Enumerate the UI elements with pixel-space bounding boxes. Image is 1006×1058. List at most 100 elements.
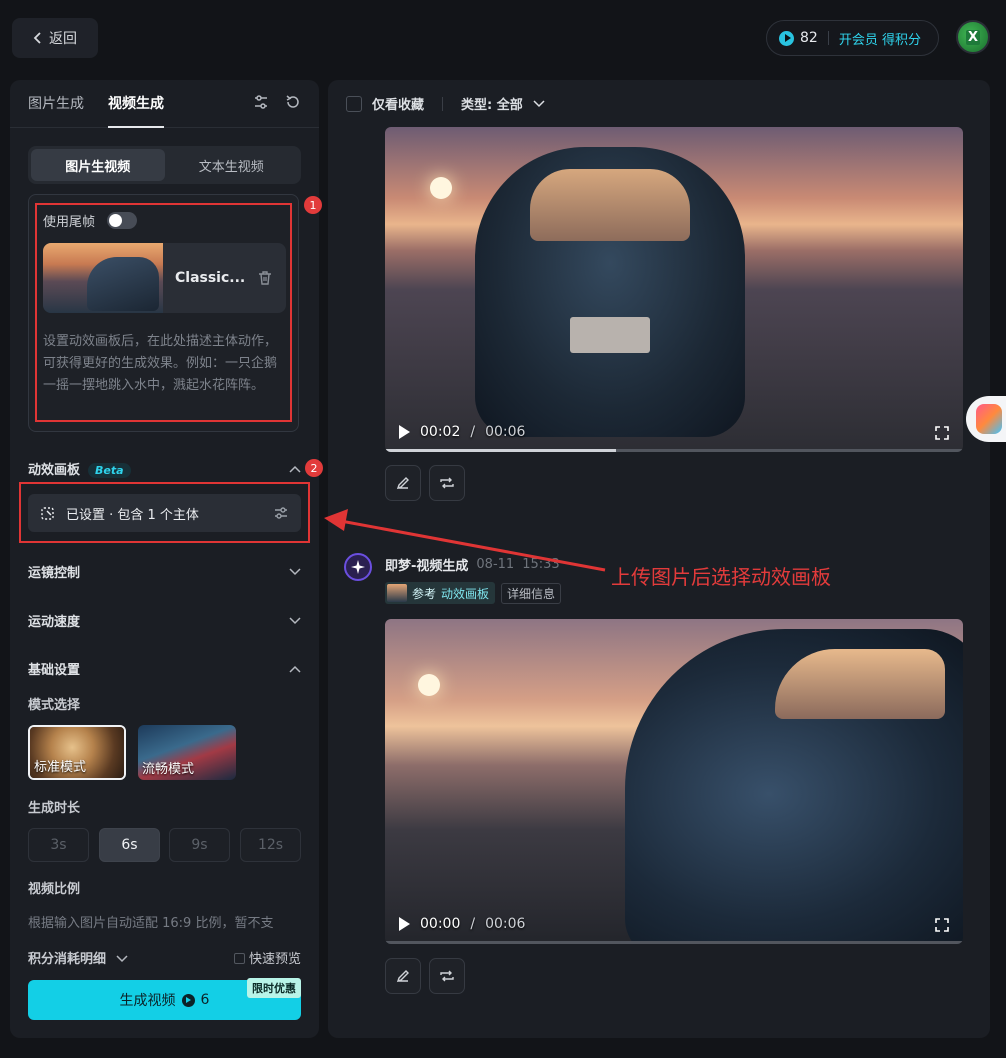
duration-12s[interactable]: 12s bbox=[240, 828, 301, 862]
reference-label: 参考 bbox=[412, 586, 437, 601]
fullscreen-icon[interactable] bbox=[935, 918, 949, 932]
camera-control-header[interactable]: 运镜控制 bbox=[28, 562, 301, 581]
beta-badge: Beta bbox=[88, 463, 131, 478]
video-controls: 00:02 / 00:06 bbox=[399, 424, 525, 440]
basic-settings-header[interactable]: 基础设置 bbox=[28, 659, 301, 678]
tab-video-generation[interactable]: 视频生成 bbox=[108, 80, 164, 128]
tab-image-generation[interactable]: 图片生成 bbox=[28, 80, 84, 128]
reset-icon[interactable] bbox=[285, 94, 301, 110]
uploaded-image-thumbnail bbox=[43, 243, 163, 313]
duration-9s[interactable]: 9s bbox=[169, 828, 230, 862]
credit-count: 82 bbox=[800, 30, 818, 46]
tail-frame-toggle[interactable] bbox=[107, 212, 138, 229]
left-panel: 图片生成 视频生成 图片生视频 文本生视频 使用尾帧 Classic... 设置… bbox=[10, 80, 319, 1038]
duration-label: 生成时长 bbox=[28, 801, 81, 816]
video-frame-car bbox=[625, 629, 963, 944]
video-frame-sun bbox=[418, 674, 440, 696]
video-controls: 00:00 / 00:06 bbox=[399, 916, 525, 932]
detail-info-button[interactable]: 详细信息 bbox=[501, 582, 562, 604]
chevron-down-icon[interactable] bbox=[533, 99, 545, 108]
camera-control-title: 运镜控制 bbox=[28, 566, 81, 581]
cost-detail-label: 积分消耗明细 bbox=[28, 952, 107, 967]
basic-settings-title: 基础设置 bbox=[28, 663, 81, 678]
favorites-label[interactable]: 仅看收藏 bbox=[372, 94, 424, 113]
motion-board-setting[interactable]: 已设置 · 包含 1 个主体 bbox=[28, 494, 301, 532]
repeat-icon bbox=[440, 970, 454, 982]
floating-app-launcher[interactable] bbox=[966, 396, 1006, 442]
video-frame-sun bbox=[430, 177, 452, 199]
cost-row: 积分消耗明细 快速预览 bbox=[28, 948, 301, 967]
annotation-number-2: 2 bbox=[305, 459, 323, 477]
back-button[interactable]: 返回 bbox=[12, 18, 98, 58]
motion-speed-header[interactable]: 运动速度 bbox=[28, 611, 301, 630]
sliders-icon[interactable] bbox=[253, 94, 269, 110]
play-icon[interactable] bbox=[399, 425, 410, 439]
credit-coin-icon bbox=[181, 993, 195, 1007]
video-player-2[interactable]: 00:00 / 00:06 bbox=[385, 619, 963, 944]
motion-speed-title: 运动速度 bbox=[28, 615, 81, 630]
annotation-arrow-icon bbox=[324, 509, 606, 572]
generation-tabs: 图片生成 视频生成 bbox=[10, 80, 319, 128]
favorites-checkbox[interactable] bbox=[346, 95, 362, 112]
chevron-down-icon bbox=[289, 616, 301, 624]
time-separator: / bbox=[470, 424, 476, 440]
credits-pill[interactable]: 82 开会员 得积分 bbox=[766, 20, 939, 56]
cost-detail-toggle[interactable]: 积分消耗明细 bbox=[28, 948, 128, 967]
fullscreen-icon[interactable] bbox=[935, 426, 949, 440]
fast-preview-checkbox[interactable] bbox=[233, 953, 245, 964]
type-filter[interactable]: 类型: 全部 bbox=[461, 94, 523, 113]
motion-board-value: 已设置 · 包含 1 个主体 bbox=[66, 507, 199, 523]
upload-area: 使用尾帧 Classic... 设置动效画板后，在此处描述主体动作，可获得更好的… bbox=[28, 194, 299, 432]
prompt-hint[interactable]: 设置动效画板后，在此处描述主体动作，可获得更好的生成效果。例如：一只企鹅一摇一摆… bbox=[43, 331, 283, 397]
annotation-callout: 上传图片后选择动效画板 bbox=[611, 565, 831, 589]
video-duration: 00:06 bbox=[485, 916, 526, 932]
motion-board-header[interactable]: 动效画板 Beta bbox=[28, 459, 301, 478]
motion-board-title: 动效画板 bbox=[28, 463, 81, 478]
uploaded-image-card[interactable]: Classic... bbox=[43, 243, 286, 313]
video-progress-bar[interactable] bbox=[385, 449, 963, 452]
fast-preview-label: 快速预览 bbox=[248, 952, 301, 967]
ratio-note: 根据输入图片自动适配 16:9 比例，暂不支 bbox=[28, 916, 274, 931]
video-player-1[interactable]: 00:02 / 00:06 bbox=[385, 127, 963, 452]
edit-button[interactable] bbox=[385, 465, 421, 501]
video-progress-fill bbox=[385, 449, 617, 452]
chevron-down-icon bbox=[289, 567, 301, 575]
annotation-number-1: 1 bbox=[304, 196, 322, 214]
video-current-time: 00:02 bbox=[420, 424, 461, 440]
chevron-up-icon bbox=[289, 665, 301, 673]
regenerate-button[interactable] bbox=[429, 465, 465, 501]
video-current-time: 00:00 bbox=[420, 916, 461, 932]
chevron-left-icon bbox=[33, 32, 41, 44]
generate-video-button[interactable]: 生成视频 6 限时优惠 bbox=[28, 978, 301, 1020]
mode-standard-label: 标准模式 bbox=[34, 760, 87, 775]
chevron-up-icon bbox=[289, 465, 301, 473]
uploaded-file-name: Classic... bbox=[175, 270, 246, 286]
regenerate-button[interactable] bbox=[429, 958, 465, 994]
user-avatar[interactable]: X bbox=[956, 20, 990, 54]
fast-preview-option[interactable]: 快速预览 bbox=[233, 948, 301, 967]
duration-3s[interactable]: 3s bbox=[28, 828, 89, 862]
reference-thumbnail bbox=[387, 584, 407, 602]
tail-frame-row: 使用尾帧 bbox=[43, 211, 138, 230]
mode-standard[interactable]: 标准模式 bbox=[28, 725, 126, 780]
app-logo-icon bbox=[976, 404, 1002, 434]
video-duration: 00:06 bbox=[485, 424, 526, 440]
chevron-down-icon bbox=[116, 955, 128, 963]
duration-6s[interactable]: 6s bbox=[99, 828, 160, 862]
trash-icon[interactable] bbox=[257, 270, 273, 286]
play-icon[interactable] bbox=[399, 917, 410, 931]
filter-bar: 仅看收藏 类型: 全部 bbox=[346, 94, 545, 113]
repeat-icon bbox=[440, 477, 454, 489]
reference-tag[interactable]: 参考 动效画板 bbox=[385, 582, 496, 604]
edit-button[interactable] bbox=[385, 958, 421, 994]
tab-text-to-video[interactable]: 文本生视频 bbox=[165, 149, 299, 181]
tab-image-to-video[interactable]: 图片生视频 bbox=[31, 149, 165, 181]
sliders-icon[interactable] bbox=[273, 505, 289, 521]
divider bbox=[827, 31, 829, 45]
mode-smooth-label: 流畅模式 bbox=[142, 762, 195, 777]
video-progress-bar[interactable] bbox=[385, 941, 963, 944]
mode-smooth[interactable]: 流畅模式 bbox=[138, 725, 236, 780]
mode-select-label: 模式选择 bbox=[28, 698, 81, 713]
vip-link[interactable]: 开会员 得积分 bbox=[839, 29, 921, 48]
motion-board-tag: 动效画板 bbox=[441, 586, 490, 601]
